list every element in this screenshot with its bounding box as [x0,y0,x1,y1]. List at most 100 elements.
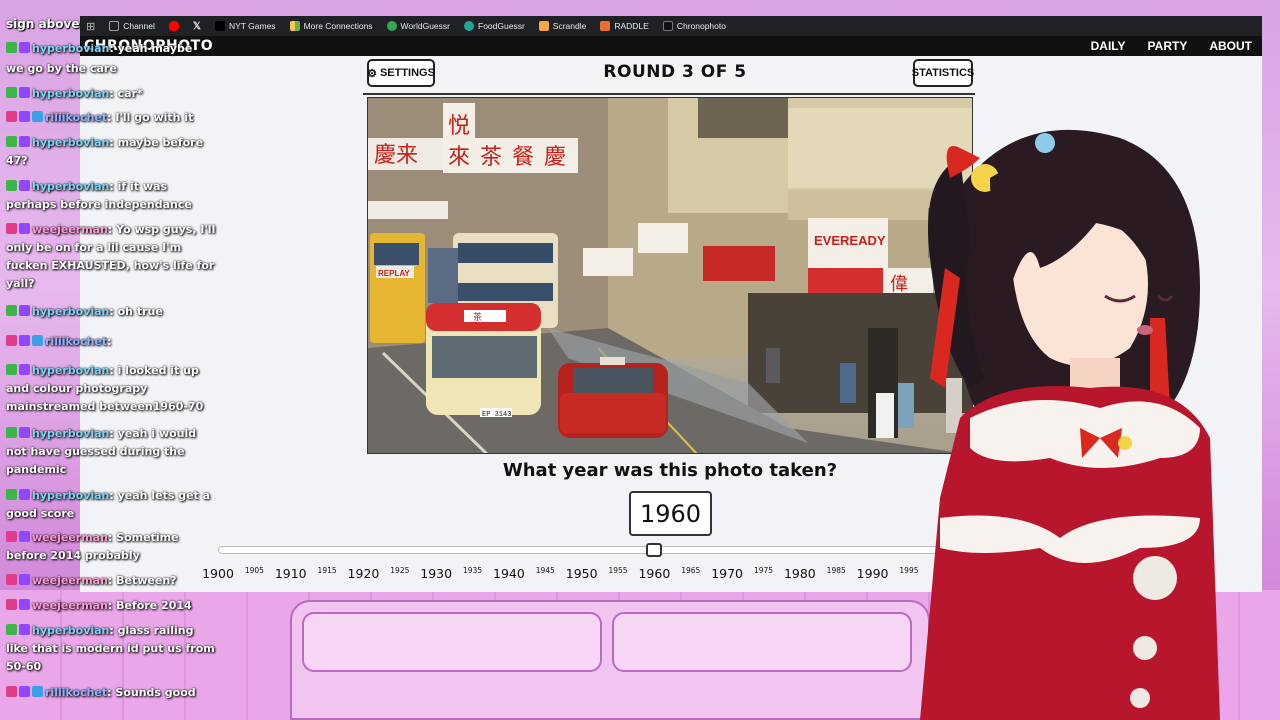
chat-badge-icon [6,180,17,191]
bookmark-foodguessr[interactable]: FoodGuessr [464,21,525,31]
sign-char: 來 [448,145,470,170]
slider-tick-minor: 1935 [463,566,483,575]
chat-message: hyperbovian: oh true [6,303,218,321]
chat-badge-icon [6,427,17,438]
chat-separator: : [109,624,118,637]
sign-replay: REPLAY [378,269,410,278]
chat-message: hyperbovian: yeah lets get a good score [6,487,218,523]
bookmark-youtube[interactable] [168,21,179,31]
chat-message: hyperbovian: if it was perhaps before in… [6,178,218,214]
couch-cushion [302,612,602,672]
nav-party[interactable]: PARTY [1148,39,1188,53]
chat-badge-icon [19,574,30,585]
settings-button[interactable]: ⚙ SETTINGS [367,59,435,87]
chat-username[interactable]: hyperbovian [32,180,109,193]
chat-separator: : [109,42,118,55]
slider-tick-major: 1920 [347,566,380,581]
background-couch [290,600,930,720]
globe-icon [386,21,397,31]
bookmark-more-connections[interactable]: More Connections [289,21,373,31]
chat-message: weejeerman: Before 2014 [6,597,218,615]
chat-message: riliikochet: [6,333,218,351]
apps-grid-icon[interactable]: ⊞ [86,20,95,33]
slider-tick-minor: 1965 [681,566,701,575]
chat-badge-icon [6,624,17,635]
chat-badge-icon [19,531,30,542]
chat-message: hyperbovian: car* [6,85,218,103]
slider-tick-minor: 1985 [826,566,846,575]
chat-separator: : [109,180,118,193]
chat-badge-icon [19,427,30,438]
slider-tick-minor: 1955 [608,566,628,575]
chat-username[interactable]: weejeerman [32,574,108,587]
statistics-button[interactable]: STATISTICS [912,59,974,87]
chat-username[interactable]: weejeerman [32,599,108,612]
chat-badge-icon [32,335,43,346]
chat-username[interactable]: weejeerman [32,531,108,544]
chat-message: riliikochet: Sounds good [6,684,218,702]
chat-separator: : [109,305,118,318]
chat-username[interactable]: weejeerman [32,223,108,236]
chat-message: hyperbovian: glass railing like that is … [6,622,218,676]
year-slider-thumb[interactable] [646,543,663,557]
round-photo: 慶来 悦 來 茶 餐 慶 EVEREADY 偉 REPLAY 茶 EP 3143 [367,97,973,454]
chat-username[interactable]: hyperbovian [32,364,109,377]
chat-username[interactable]: hyperbovian [32,42,109,55]
slider-tick-minor: 1925 [390,566,410,575]
question-text: What year was this photo taken? [502,460,838,481]
chat-username[interactable]: hyperbovian [32,87,109,100]
chat-badge-icon [19,305,30,316]
chat-username[interactable]: hyperbovian [32,305,109,318]
slider-tick-major: 1950 [565,566,598,581]
chat-username[interactable]: hyperbovian [32,136,109,149]
slider-tick-minor: 1905 [244,566,264,575]
chat-badge-icon [6,686,17,697]
chat-badge-icon [6,87,17,98]
nav-daily[interactable]: DAILY [1091,39,1126,53]
slider-tick-major: 1960 [638,566,671,581]
chronophoto-icon [662,21,673,31]
bookmark-scrandle[interactable]: Scrandle [538,21,586,31]
nav-about[interactable]: ABOUT [1209,39,1252,53]
chat-badge-icon [6,489,17,500]
slider-tick-minor: 1915 [317,566,337,575]
chat-text: I'll go with it [115,111,194,124]
year-display[interactable]: 1960 [629,491,712,536]
gear-icon: ⚙ [367,67,377,80]
folder-icon [109,21,120,31]
grid-icon [289,21,300,31]
chat-username[interactable]: riliikochet [45,686,107,699]
bookmark-x[interactable]: 𝕏 [193,21,201,32]
chat-username[interactable]: hyperbovian [32,624,109,637]
chat-message: weejeerman: Sometime before 2014 probabl… [6,529,218,565]
chat-separator: : [109,87,118,100]
chat-username[interactable]: riliikochet [45,335,107,348]
chat-text: yeah maybe [117,42,193,55]
slider-tick-minor: 1975 [753,566,774,575]
chat-username[interactable]: riliikochet [45,111,107,124]
bookmark-channel[interactable]: Channel [109,21,155,31]
chat-badge-icon [6,42,17,53]
sign-char: 悦 [448,114,470,139]
bookmarks-bar: ⊞ Channel 𝕏 NYT Games More Connections W… [80,16,1262,36]
main-nav: DAILY PARTY ABOUT [1091,39,1252,53]
chat-badge-icon [19,42,30,53]
chat-badge-icon [6,599,17,610]
chat-badge-icon [32,686,43,697]
chat-badge-icon [19,335,30,346]
bookmark-nyt-games[interactable]: NYT Games [214,21,276,31]
year-slider-track[interactable] [218,546,978,554]
bookmark-worldguessr[interactable]: WorldGuessr [386,21,450,31]
svg-text:慶来: 慶来 [374,143,418,168]
chat-badge-icon [6,223,17,234]
chat-username[interactable]: hyperbovian [32,427,109,440]
chat-message: weejeerman: Between? [6,572,218,590]
chat-badge-icon [19,136,30,147]
bookmark-chronophoto[interactable]: Chronophoto [662,21,726,31]
sign-char: 茶 [480,145,502,170]
chat-username[interactable]: hyperbovian [32,489,109,502]
bookmark-raddle[interactable]: RADDLE [600,21,649,31]
chat-text: we go by the care [6,62,117,75]
chat-badge-icon [6,136,17,147]
chat-badge-icon [19,364,30,375]
